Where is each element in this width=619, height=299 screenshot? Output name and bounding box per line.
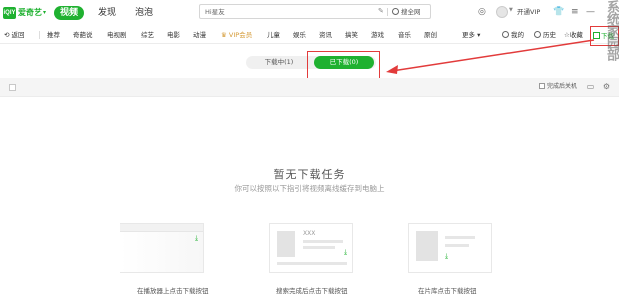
tab-downloading[interactable]: 下载中(1) — [254, 56, 304, 69]
channel-item[interactable]: 电视剧 — [107, 30, 127, 40]
thumbnail — [277, 231, 295, 257]
chevron-down-icon[interactable]: ▾ — [43, 9, 46, 16]
search-box[interactable]: Hi星友 ✎ 搜全网 — [199, 4, 431, 19]
channel-item[interactable]: 娱乐 — [293, 30, 306, 40]
placeholder-line — [303, 240, 343, 243]
download-toolbar: 完成后关机 ▭ ⚙ — [0, 78, 619, 97]
channel-item[interactable]: 搞笑 — [345, 30, 358, 40]
open-vip-link[interactable]: 开通VIP — [517, 7, 540, 17]
placeholder-line — [303, 246, 335, 249]
hint-caption-search: 搜索完成后点击下载按钮 — [276, 287, 348, 295]
download-icon: ⤓ — [195, 234, 199, 242]
logo-mark: iQIY — [3, 6, 16, 19]
tab-paopao[interactable]: 泡泡 — [133, 6, 155, 20]
empty-subtitle: 你可以按照以下指引将视频离线缓存到电脑上 — [234, 184, 385, 193]
chevron-down-icon[interactable]: ▼ — [509, 7, 513, 13]
top-bar: iQIY 爱奇艺 ▾ 视频 发现 泡泡 Hi星友 ✎ 搜全网 ◎ ▼ 开通VIP… — [0, 0, 619, 24]
avatar[interactable] — [496, 6, 508, 18]
download-icon: ⤓ — [344, 248, 348, 256]
tab-discover[interactable]: 发现 — [96, 6, 118, 20]
channel-item[interactable]: 综艺 — [141, 30, 154, 40]
channel-item[interactable]: 电影 — [167, 30, 180, 40]
tab-video[interactable]: 视频 — [54, 6, 84, 20]
channel-item[interactable]: 推荐 — [47, 30, 60, 40]
shutdown-after-complete-checkbox[interactable]: 完成后关机 — [539, 82, 577, 92]
placeholder-line — [445, 236, 475, 239]
search-input[interactable]: Hi星友 — [205, 6, 225, 18]
placeholder-line — [277, 262, 347, 265]
hint-caption-library: 在片库点击下载按钮 — [418, 287, 477, 295]
folder-icon[interactable]: ▭ — [586, 82, 595, 91]
empty-title: 暂无下载任务 — [273, 168, 346, 181]
checkbox-icon — [539, 83, 545, 89]
shutdown-label: 完成后关机 — [547, 83, 578, 90]
back-label: 返回 — [11, 31, 25, 39]
edit-icon[interactable]: ✎ — [378, 7, 386, 16]
search-divider — [387, 8, 388, 16]
hint-card-library: ⤓ — [408, 223, 492, 273]
channel-item-vip[interactable]: ♛ VIP会员 — [221, 30, 252, 40]
app-logo[interactable]: iQIY 爱奇艺 ▾ — [3, 6, 46, 19]
channel-item[interactable]: 儿童 — [267, 30, 280, 40]
placeholder-line — [445, 244, 469, 247]
skin-icon[interactable]: 👕 — [553, 6, 564, 18]
back-button[interactable]: ⟲ 返回 — [4, 30, 25, 40]
download-icon: ⤓ — [445, 252, 449, 260]
player-bar — [120, 224, 203, 232]
channel-item[interactable]: 动漫 — [193, 30, 206, 40]
minimize-icon[interactable]: — — [586, 6, 595, 18]
logo-text: 爱奇艺 — [18, 8, 42, 17]
hint-card-player: ⤓ — [120, 223, 204, 273]
channel-item[interactable]: 游戏 — [371, 30, 384, 40]
settings-icon[interactable]: ⚙ — [602, 82, 611, 91]
watermark: 系统家园部 — [604, 0, 619, 60]
channel-vip-label: VIP会员 — [228, 31, 253, 39]
channel-item[interactable]: 资讯 — [319, 30, 332, 40]
search-all-button[interactable]: 搜全网 — [392, 6, 421, 18]
select-all-checkbox[interactable] — [9, 84, 16, 91]
card-text: XXX — [303, 230, 316, 237]
settings-icon[interactable]: ◎ — [478, 6, 486, 18]
channel-item[interactable]: 奇葩说 — [73, 30, 93, 40]
hint-card-search: XXX ⤓ — [269, 223, 353, 273]
divider — [39, 31, 40, 39]
thumbnail — [416, 231, 438, 261]
annotation-arrow — [386, 39, 595, 74]
menu-icon[interactable]: ≡ — [571, 6, 579, 18]
hint-caption-player: 在播放器上点击下载按钮 — [137, 287, 209, 295]
